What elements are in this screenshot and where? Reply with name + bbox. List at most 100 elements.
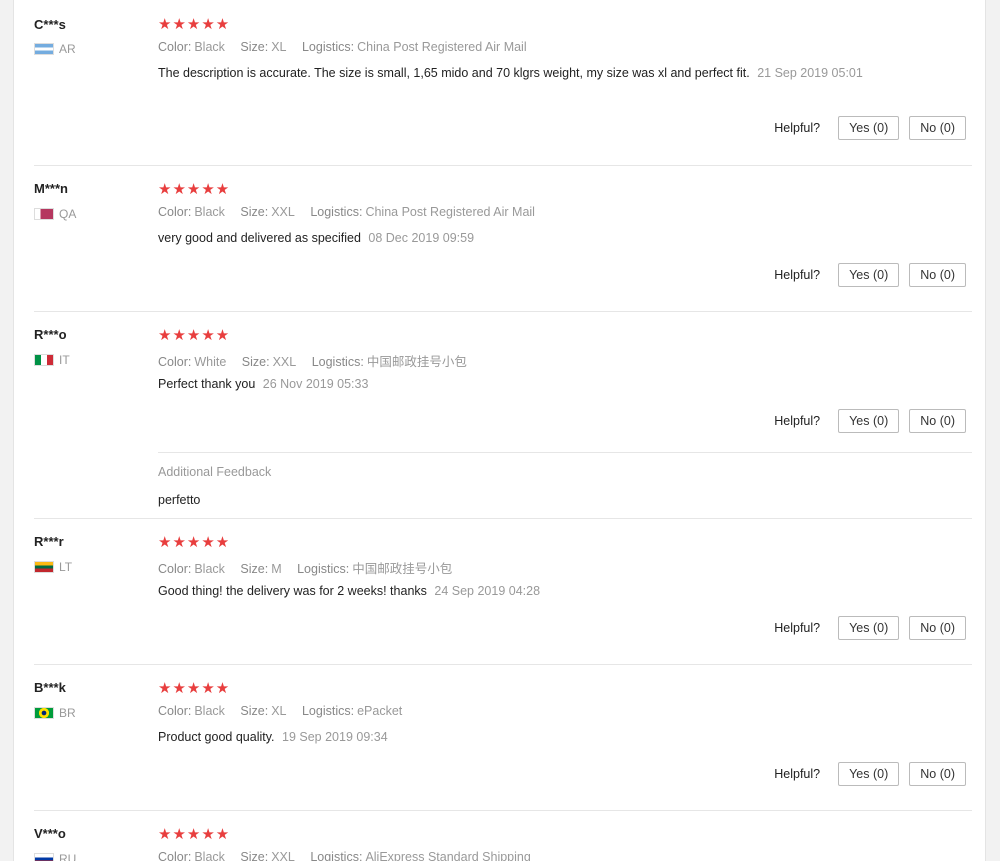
review-body: very good and delivered as specified bbox=[158, 231, 361, 245]
reviewer-country: AR bbox=[34, 42, 76, 56]
country-code: QA bbox=[59, 207, 77, 221]
additional-feedback: Additional Feedback perfetto bbox=[158, 452, 972, 520]
color-value: Black bbox=[194, 850, 225, 861]
review-text: Perfect thank you 26 Nov 2019 05:33 bbox=[158, 375, 878, 393]
size-label: Size: bbox=[240, 850, 269, 861]
color-label: Color: bbox=[158, 355, 192, 369]
helpful-yes-button[interactable]: Yes (0) bbox=[838, 409, 900, 433]
size-value: XXL bbox=[271, 850, 295, 861]
size-label: Size: bbox=[241, 355, 270, 369]
helpful-controls: Helpful? Yes (0) No (0) bbox=[774, 263, 966, 287]
review-text: The description is accurate. The size is… bbox=[158, 64, 878, 82]
reviewer-name: R***o bbox=[34, 327, 67, 342]
size-label: Size: bbox=[240, 562, 269, 576]
review-item: R***r LT ★★★★★ Color: Black Size: M Logist… bbox=[34, 518, 972, 665]
country-code: RU bbox=[59, 852, 77, 861]
logistics-label: Logistics: bbox=[301, 40, 355, 54]
logistics-label: Logistics: bbox=[301, 704, 355, 718]
color-value: Black bbox=[194, 704, 225, 718]
review-text: Product good quality. 19 Sep 2019 09:34 bbox=[158, 728, 878, 746]
logistics-value: China Post Registered Air Mail bbox=[357, 40, 527, 54]
helpful-controls: Helpful? Yes (0) No (0) bbox=[774, 616, 966, 640]
color-label: Color: bbox=[158, 704, 192, 718]
helpful-label: Helpful? bbox=[774, 121, 821, 135]
size-value: XL bbox=[271, 704, 287, 718]
reviewer-name: V***o bbox=[34, 826, 66, 841]
helpful-label: Helpful? bbox=[774, 414, 821, 428]
helpful-yes-button[interactable]: Yes (0) bbox=[838, 116, 900, 140]
additional-feedback-text: perfetto bbox=[158, 493, 201, 507]
reviewer-country: BR bbox=[34, 706, 76, 720]
country-code: LT bbox=[59, 560, 73, 574]
color-value: Black bbox=[194, 40, 225, 54]
flag-lt-icon bbox=[34, 561, 54, 573]
helpful-no-button[interactable]: No (0) bbox=[909, 616, 966, 640]
reviewer-name: C***s bbox=[34, 17, 66, 32]
country-code: AR bbox=[59, 42, 76, 56]
review-body: Perfect thank you bbox=[158, 377, 256, 391]
purchase-details: Color: White Size: XXL Logistics: 中国邮政挂号小包 bbox=[158, 351, 479, 370]
size-label: Size: bbox=[240, 40, 269, 54]
size-label: Size: bbox=[240, 205, 269, 219]
review-item: B***k BR ★★★★★ Color: Black Size: XL Logis… bbox=[34, 664, 972, 811]
left-page-gutter bbox=[0, 0, 14, 861]
logistics-value: 中国邮政挂号小包 bbox=[352, 562, 453, 576]
rating-stars: ★★★★★ bbox=[158, 181, 231, 198]
purchase-details: Color: Black Size: XL Logistics: China Post… bbox=[158, 40, 539, 54]
review-feed: C***s AR ★★★★★ Color: Black Size: XL Logis… bbox=[34, 0, 972, 861]
review-text: very good and delivered as specified 08 … bbox=[158, 229, 878, 247]
helpful-no-button[interactable]: No (0) bbox=[909, 116, 966, 140]
reviewer-name: M***n bbox=[34, 181, 68, 196]
rating-stars: ★★★★★ bbox=[158, 534, 231, 551]
helpful-yes-button[interactable]: Yes (0) bbox=[838, 616, 900, 640]
size-value: XL bbox=[271, 40, 287, 54]
size-value: XXL bbox=[271, 205, 295, 219]
color-value: White bbox=[194, 355, 227, 369]
helpful-label: Helpful? bbox=[774, 268, 821, 282]
review-body: Good thing! the delivery was for 2 weeks… bbox=[158, 584, 427, 598]
review-text: Good thing! the delivery was for 2 weeks… bbox=[158, 582, 878, 600]
right-page-gutter bbox=[985, 0, 1000, 861]
color-label: Color: bbox=[158, 850, 192, 861]
review-body: Product good quality. bbox=[158, 730, 275, 744]
size-value: M bbox=[271, 562, 282, 576]
review-date: 08 Dec 2019 09:59 bbox=[368, 231, 475, 245]
review-date: 26 Nov 2019 05:33 bbox=[262, 377, 369, 391]
color-label: Color: bbox=[158, 40, 192, 54]
review-date: 19 Sep 2019 09:34 bbox=[282, 730, 388, 744]
country-code: IT bbox=[59, 353, 70, 367]
helpful-yes-button[interactable]: Yes (0) bbox=[838, 263, 900, 287]
logistics-label: Logistics: bbox=[311, 355, 364, 369]
reviewer-country: QA bbox=[34, 207, 76, 221]
color-value: Black bbox=[194, 205, 225, 219]
helpful-controls: Helpful? Yes (0) No (0) bbox=[774, 762, 966, 786]
review-item: M***n QA ★★★★★ Color: Black Size: XXL Logi… bbox=[34, 165, 972, 312]
review-item: V***o RU ★★★★★ Color: Black Size: XXL Logi… bbox=[34, 810, 972, 861]
rating-stars: ★★★★★ bbox=[158, 826, 231, 843]
color-value: Black bbox=[194, 562, 225, 576]
reviewer-country: RU bbox=[34, 852, 76, 861]
flag-br-icon bbox=[34, 707, 54, 719]
helpful-controls: Helpful? Yes (0) No (0) bbox=[774, 116, 966, 140]
reviewer-name: B***k bbox=[34, 680, 66, 695]
flag-it-icon bbox=[34, 354, 54, 366]
helpful-label: Helpful? bbox=[774, 621, 821, 635]
review-date: 24 Sep 2019 04:28 bbox=[434, 584, 541, 598]
helpful-no-button[interactable]: No (0) bbox=[909, 762, 966, 786]
helpful-yes-button[interactable]: Yes (0) bbox=[838, 762, 900, 786]
flag-ru-icon bbox=[34, 853, 54, 861]
logistics-label: Logistics: bbox=[297, 562, 350, 576]
purchase-details: Color: Black Size: M Logistics: 中国邮政挂号小包 bbox=[158, 558, 464, 577]
purchase-details: Color: Black Size: XL Logistics: ePacket bbox=[158, 704, 414, 718]
review-body: The description is accurate. The size is… bbox=[158, 66, 750, 80]
helpful-no-button[interactable]: No (0) bbox=[909, 263, 966, 287]
rating-stars: ★★★★★ bbox=[158, 680, 231, 697]
logistics-value: ePacket bbox=[357, 704, 403, 718]
logistics-label: Logistics: bbox=[310, 205, 363, 219]
purchase-details: Color: Black Size: XXL Logistics: AliExpres… bbox=[158, 850, 543, 861]
logistics-label: Logistics: bbox=[310, 850, 363, 861]
purchase-details: Color: Black Size: XXL Logistics: China Pos… bbox=[158, 205, 547, 219]
helpful-no-button[interactable]: No (0) bbox=[909, 409, 966, 433]
flag-ar-icon bbox=[34, 43, 54, 55]
reviewer-name: R***r bbox=[34, 534, 64, 549]
